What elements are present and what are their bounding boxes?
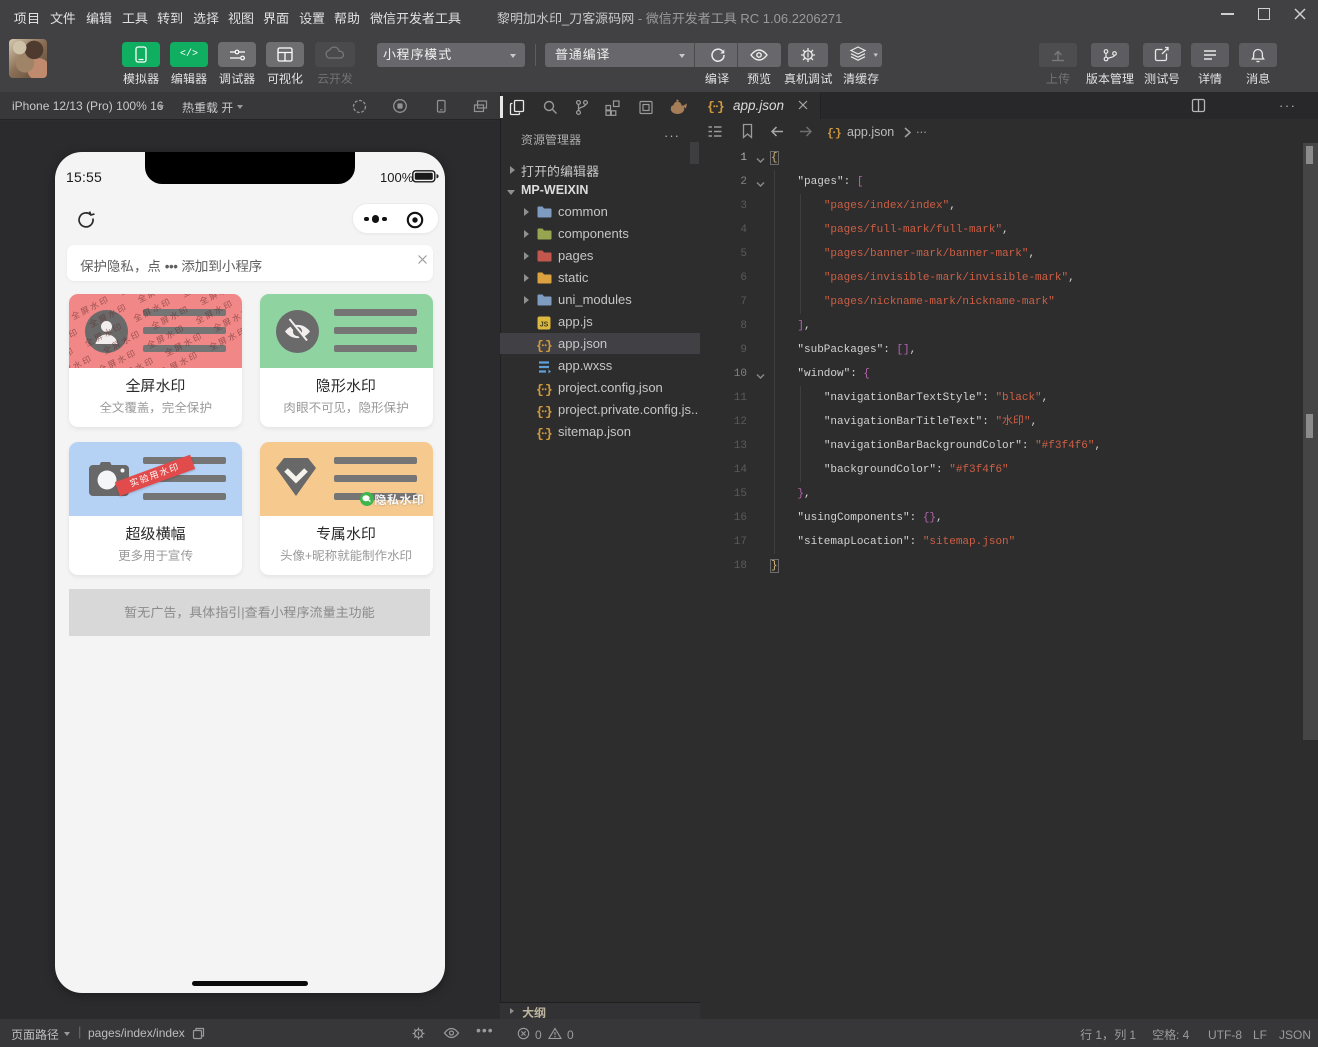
svg-text:JS: JS <box>540 322 549 329</box>
svg-text:}: } <box>835 128 841 139</box>
svg-text:{: { <box>827 128 834 139</box>
svg-text:}: } <box>717 100 724 115</box>
